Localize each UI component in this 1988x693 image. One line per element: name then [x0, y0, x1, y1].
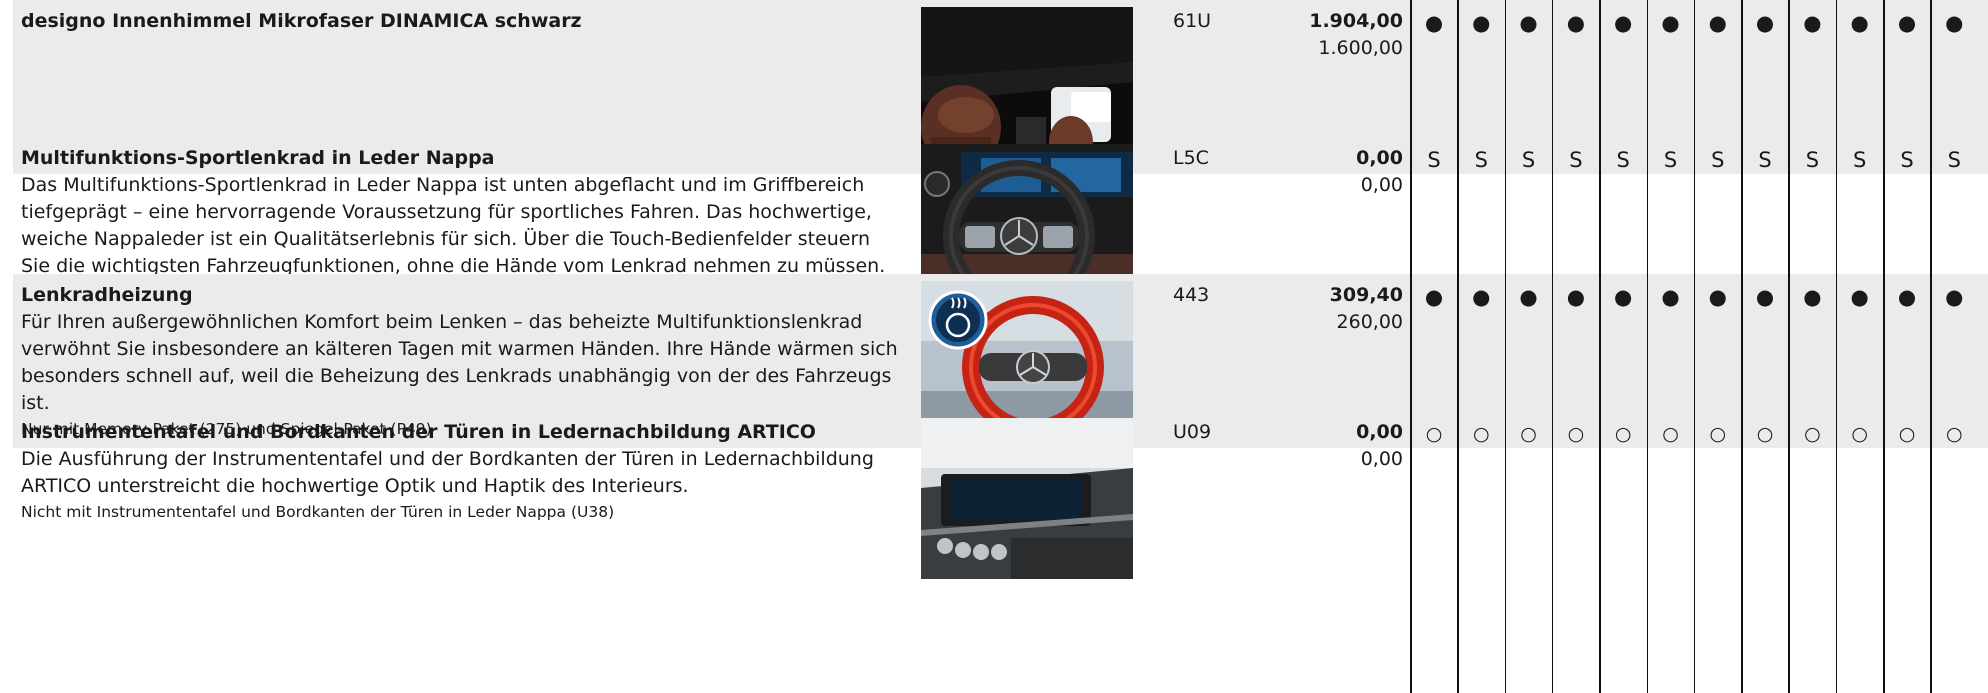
optional-filled-dot: ● — [1897, 11, 1917, 35]
price-gross: 0,00 — [1356, 147, 1403, 169]
option-price: 1.904,00 1.600,00 — [1253, 8, 1403, 62]
standard-mark: S — [1569, 148, 1583, 172]
option-code: 61U — [1173, 10, 1212, 32]
option-description: Multifunktions-Sportlenkrad in Leder Nap… — [21, 145, 901, 280]
optional-filled-dot: ● — [1661, 285, 1680, 309]
optional-filled-dot: ● — [1566, 285, 1586, 309]
price-net: 1.600,00 — [1318, 37, 1403, 59]
option-body-text: Das Multifunktions-Sportlenkrad in Leder… — [21, 174, 886, 277]
price-net: 0,00 — [1360, 174, 1403, 196]
option-title: Instrumententafel und Bordkanten der Tür… — [21, 421, 816, 443]
optional-open-circle: ○ — [1898, 423, 1916, 445]
standard-mark: S — [1900, 148, 1914, 172]
option-description: Instrumententafel und Bordkanten der Tür… — [21, 419, 901, 524]
option-title: designo Innenhimmel Mikrofaser DINAMICA … — [21, 10, 582, 32]
optional-open-circle: ○ — [1851, 423, 1868, 445]
standard-mark: S — [1616, 148, 1630, 172]
price-gross: 309,40 — [1329, 284, 1403, 306]
column-rule — [1410, 0, 1412, 693]
optional-filled-dot: ● — [1803, 285, 1822, 309]
option-price: 309,40 260,00 — [1253, 282, 1403, 336]
column-rule — [1599, 0, 1601, 693]
optional-filled-dot: ● — [1945, 11, 1964, 35]
standard-mark: S — [1427, 148, 1441, 172]
optional-open-circle: ○ — [1946, 423, 1963, 445]
option-title: Lenkradheizung — [21, 284, 193, 306]
optional-filled-dot: ● — [1755, 11, 1775, 35]
optional-filled-dot: ● — [1614, 11, 1633, 35]
optional-filled-dot: ● — [1519, 11, 1538, 35]
price-gross: 1.904,00 — [1309, 10, 1403, 32]
optional-filled-dot: ● — [1708, 285, 1727, 309]
optional-open-circle: ○ — [1662, 423, 1679, 445]
column-rule — [1788, 0, 1790, 693]
price-gross: 0,00 — [1356, 421, 1403, 443]
table-row: Instrumententafel und Bordkanten der Tür… — [13, 411, 1988, 585]
optional-filled-dot: ● — [1424, 285, 1444, 309]
standard-mark: S — [1853, 148, 1867, 172]
optional-filled-dot: ● — [1661, 11, 1680, 35]
optional-filled-dot: ● — [1850, 285, 1869, 309]
column-rule — [1646, 0, 1648, 693]
optional-filled-dot: ● — [1614, 285, 1633, 309]
dashboard-artico-photo — [921, 418, 1133, 579]
option-code: U09 — [1173, 421, 1212, 443]
option-code: 443 — [1173, 284, 1210, 306]
column-rule — [1930, 0, 1932, 693]
option-price: 0,00 0,00 — [1253, 145, 1403, 199]
optional-open-circle: ○ — [1567, 423, 1585, 445]
optional-open-circle: ○ — [1756, 423, 1774, 445]
optional-filled-dot: ● — [1708, 11, 1727, 35]
option-description: designo Innenhimmel Mikrofaser DINAMICA … — [21, 8, 901, 35]
standard-mark: S — [1947, 148, 1961, 172]
optional-filled-dot: ● — [1424, 11, 1444, 35]
standard-mark: S — [1474, 148, 1488, 172]
option-footnote: Nicht mit Instrumententafel und Bordkant… — [21, 503, 615, 521]
standard-mark: S — [1521, 148, 1536, 172]
optional-open-circle: ○ — [1709, 423, 1727, 445]
standard-mark: S — [1758, 148, 1772, 172]
column-rule — [1835, 0, 1838, 693]
optional-open-circle: ○ — [1804, 423, 1821, 445]
column-rule — [1741, 0, 1743, 693]
column-rule — [1883, 0, 1885, 693]
option-body-text: Für Ihren außergewöhnlichen Komfort beim… — [21, 311, 898, 414]
column-rule — [1551, 0, 1554, 693]
optional-filled-dot: ● — [1850, 11, 1869, 35]
optional-filled-dot: ● — [1566, 11, 1586, 35]
optional-filled-dot: ● — [1472, 11, 1491, 35]
column-rule — [1457, 0, 1459, 693]
optional-open-circle: ○ — [1473, 423, 1490, 445]
optional-filled-dot: ● — [1519, 285, 1538, 309]
option-code: L5C — [1173, 147, 1209, 169]
column-rule — [1693, 0, 1696, 693]
option-price: 0,00 0,00 — [1253, 419, 1403, 473]
option-body-text: Die Ausführung der Instrumententafel und… — [21, 448, 874, 497]
optional-open-circle: ○ — [1425, 423, 1443, 445]
optional-filled-dot: ● — [1803, 11, 1822, 35]
column-rule — [1504, 0, 1507, 693]
standard-mark: S — [1711, 148, 1725, 172]
price-net: 0,00 — [1360, 448, 1403, 470]
optional-filled-dot: ● — [1755, 285, 1775, 309]
standard-mark: S — [1663, 148, 1678, 172]
optional-open-circle: ○ — [1520, 423, 1537, 445]
optional-filled-dot: ● — [1897, 285, 1917, 309]
standard-mark: S — [1805, 148, 1820, 172]
optional-filled-dot: ● — [1472, 285, 1491, 309]
optional-open-circle: ○ — [1614, 423, 1632, 445]
option-title: Multifunktions-Sportlenkrad in Leder Nap… — [21, 147, 495, 169]
optional-filled-dot: ● — [1945, 285, 1964, 309]
price-net: 260,00 — [1336, 311, 1403, 333]
